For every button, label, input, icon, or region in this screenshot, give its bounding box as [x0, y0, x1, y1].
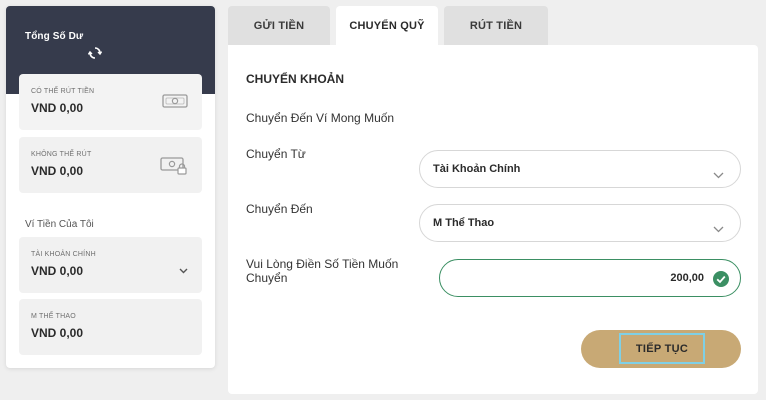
- non-withdrawable-value: VND 0,00: [31, 164, 84, 178]
- tab-deposit-label: GỬI TIỀN: [253, 19, 305, 32]
- amount-label-line2: Chuyển: [246, 271, 288, 285]
- sports-wallet-value: VND 0,00: [31, 326, 84, 340]
- wallet-panel: Tổng Số Dư CÓ THỂ RÚT TIỀN VND 0,00 KHÔN…: [6, 6, 215, 368]
- non-withdrawable-card: KHÔNG THỂ RÚT VND 0,00: [19, 137, 202, 193]
- cash-icon: [162, 93, 188, 114]
- to-label: Chuyển Đến: [246, 202, 313, 216]
- chevron-down-icon: [713, 220, 724, 238]
- continue-button-label: TIẾP TỤC: [635, 342, 689, 355]
- main-account-label: TÀI KHOẢN CHÍNH: [31, 251, 96, 258]
- tab-withdraw-label: RÚT TIỀN: [469, 19, 523, 32]
- withdrawable-value: VND 0,00: [31, 101, 84, 115]
- from-wallet-value: Tài Khoản Chính: [433, 163, 521, 175]
- amount-input[interactable]: 200,00: [439, 259, 741, 297]
- check-circle-icon: [713, 271, 729, 292]
- tab-deposit[interactable]: GỬI TIỀN: [228, 6, 330, 45]
- form-subheading: Chuyển Đến Ví Mong Muốn: [246, 111, 395, 125]
- from-wallet-select[interactable]: Tài Khoản Chính: [419, 150, 741, 188]
- transfer-form: CHUYỂN KHOẢN Chuyển Đến Ví Mong Muốn Chu…: [228, 45, 758, 394]
- main-account-value: VND 0,00: [31, 264, 84, 278]
- tab-transfer-label: CHUYỂN QUỸ: [349, 19, 425, 32]
- form-heading: CHUYỂN KHOẢN: [246, 72, 345, 86]
- amount-value: 200,00: [670, 272, 704, 284]
- continue-button-focus[interactable]: TIẾP TỤC: [619, 333, 705, 364]
- chevron-down-icon: [713, 166, 724, 184]
- non-withdrawable-label: KHÔNG THỂ RÚT: [31, 151, 92, 158]
- cash-lock-icon: [160, 156, 188, 181]
- chevron-down-icon[interactable]: [179, 261, 188, 279]
- wallet-title: Tổng Số Dư: [25, 31, 84, 42]
- my-wallets-label: Ví Tiền Của Tôi: [25, 219, 94, 230]
- refresh-icon[interactable]: [87, 46, 103, 60]
- sports-wallet-card: M THỂ THAO VND 0,00: [19, 299, 202, 355]
- to-wallet-select[interactable]: M Thể Thao: [419, 204, 741, 242]
- tab-withdraw[interactable]: RÚT TIỀN: [444, 6, 548, 45]
- main-account-card[interactable]: TÀI KHOẢN CHÍNH VND 0,00: [19, 237, 202, 293]
- amount-label-line1: Vui Lòng Điền Số Tiền Muốn: [246, 257, 399, 271]
- continue-button[interactable]: TIẾP TỤC: [581, 330, 741, 368]
- to-wallet-value: M Thể Thao: [433, 217, 495, 229]
- sports-wallet-label: M THỂ THAO: [31, 313, 76, 320]
- tab-transfer[interactable]: CHUYỂN QUỸ: [336, 6, 438, 45]
- withdrawable-label: CÓ THỂ RÚT TIỀN: [31, 88, 95, 95]
- transfer-page: Tổng Số Dư CÓ THỂ RÚT TIỀN VND 0,00 KHÔN…: [0, 0, 766, 400]
- from-label: Chuyển Từ: [246, 147, 306, 161]
- withdrawable-card: CÓ THỂ RÚT TIỀN VND 0,00: [19, 74, 202, 130]
